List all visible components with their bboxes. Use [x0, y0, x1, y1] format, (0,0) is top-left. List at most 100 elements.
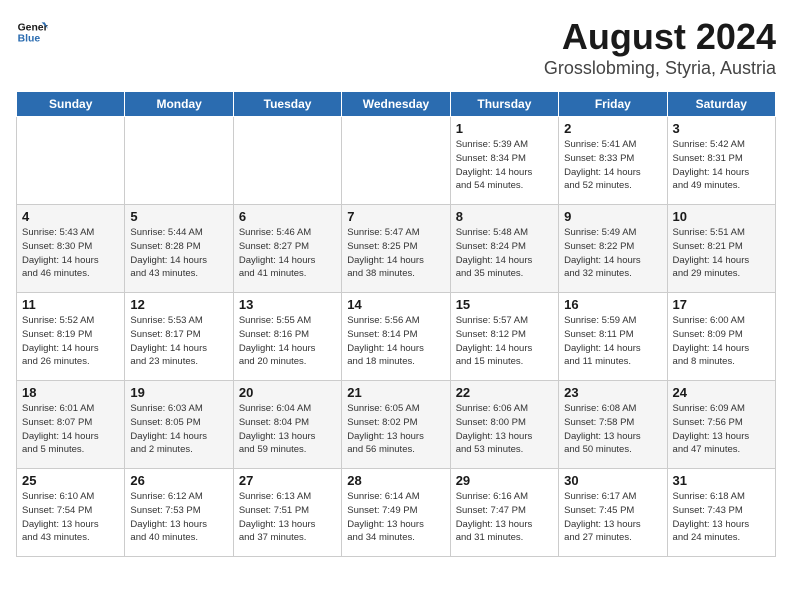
- cell-info: Sunrise: 6:03 AM Sunset: 8:05 PM Dayligh…: [130, 402, 227, 457]
- calendar-cell: 7 Sunrise: 5:47 AM Sunset: 8:25 PM Daylig…: [342, 205, 450, 293]
- cell-info: Sunrise: 5:51 AM Sunset: 8:21 PM Dayligh…: [673, 226, 770, 281]
- cell-info: Sunrise: 6:04 AM Sunset: 8:04 PM Dayligh…: [239, 402, 336, 457]
- weekday-header-thursday: Thursday: [450, 92, 558, 117]
- cell-info: Sunrise: 6:00 AM Sunset: 8:09 PM Dayligh…: [673, 314, 770, 369]
- cell-info: Sunrise: 6:01 AM Sunset: 8:07 PM Dayligh…: [22, 402, 119, 457]
- weekday-header-sunday: Sunday: [17, 92, 125, 117]
- cell-info: Sunrise: 5:41 AM Sunset: 8:33 PM Dayligh…: [564, 138, 661, 193]
- calendar-cell: 4 Sunrise: 5:43 AM Sunset: 8:30 PM Daylig…: [17, 205, 125, 293]
- day-number: 6: [239, 209, 336, 224]
- calendar-cell: [233, 117, 341, 205]
- calendar-cell: 6 Sunrise: 5:46 AM Sunset: 8:27 PM Daylig…: [233, 205, 341, 293]
- day-number: 1: [456, 121, 553, 136]
- cell-info: Sunrise: 5:57 AM Sunset: 8:12 PM Dayligh…: [456, 314, 553, 369]
- calendar-cell: 25Sunrise: 6:10 AM Sunset: 7:54 PM Dayli…: [17, 469, 125, 557]
- cell-info: Sunrise: 5:56 AM Sunset: 8:14 PM Dayligh…: [347, 314, 444, 369]
- title-area: August 2024 Grosslobming, Styria, Austri…: [544, 16, 776, 79]
- day-number: 16: [564, 297, 661, 312]
- calendar-cell: 18 Sunrise: 6:01 AM Sunset: 8:07 PM Dayli…: [17, 381, 125, 469]
- calendar-cell: 27Sunrise: 6:13 AM Sunset: 7:51 PM Dayli…: [233, 469, 341, 557]
- calendar-cell: [342, 117, 450, 205]
- cell-info: Sunrise: 6:18 AM Sunset: 7:43 PM Dayligh…: [673, 490, 770, 545]
- day-number: 15: [456, 297, 553, 312]
- cell-info: Sunrise: 5:49 AM Sunset: 8:22 PM Dayligh…: [564, 226, 661, 281]
- day-number: 4: [22, 209, 119, 224]
- calendar-cell: 29Sunrise: 6:16 AM Sunset: 7:47 PM Dayli…: [450, 469, 558, 557]
- day-number: 9: [564, 209, 661, 224]
- day-number: 28: [347, 473, 444, 488]
- calendar-cell: 21 Sunrise: 6:05 AM Sunset: 8:02 PM Dayli…: [342, 381, 450, 469]
- calendar-cell: [17, 117, 125, 205]
- logo: General Blue: [16, 16, 48, 48]
- day-number: 23: [564, 385, 661, 400]
- cell-info: Sunrise: 5:43 AM Sunset: 8:30 PM Dayligh…: [22, 226, 119, 281]
- cell-info: Sunrise: 5:39 AM Sunset: 8:34 PM Dayligh…: [456, 138, 553, 193]
- weekday-header-saturday: Saturday: [667, 92, 775, 117]
- cell-info: Sunrise: 5:44 AM Sunset: 8:28 PM Dayligh…: [130, 226, 227, 281]
- weekday-header-tuesday: Tuesday: [233, 92, 341, 117]
- calendar-cell: 14 Sunrise: 5:56 AM Sunset: 8:14 PM Dayli…: [342, 293, 450, 381]
- day-number: 2: [564, 121, 661, 136]
- calendar-cell: 16 Sunrise: 5:59 AM Sunset: 8:11 PM Dayli…: [559, 293, 667, 381]
- logo-icon: General Blue: [16, 16, 48, 48]
- day-number: 13: [239, 297, 336, 312]
- day-number: 18: [22, 385, 119, 400]
- cell-info: Sunrise: 5:52 AM Sunset: 8:19 PM Dayligh…: [22, 314, 119, 369]
- cell-info: Sunrise: 6:05 AM Sunset: 8:02 PM Dayligh…: [347, 402, 444, 457]
- calendar-cell: 28Sunrise: 6:14 AM Sunset: 7:49 PM Dayli…: [342, 469, 450, 557]
- calendar-cell: 22Sunrise: 6:06 AM Sunset: 8:00 PM Dayli…: [450, 381, 558, 469]
- cell-info: Sunrise: 6:06 AM Sunset: 8:00 PM Dayligh…: [456, 402, 553, 457]
- day-number: 27: [239, 473, 336, 488]
- weekday-header-monday: Monday: [125, 92, 233, 117]
- cell-info: Sunrise: 6:17 AM Sunset: 7:45 PM Dayligh…: [564, 490, 661, 545]
- cell-info: Sunrise: 5:59 AM Sunset: 8:11 PM Dayligh…: [564, 314, 661, 369]
- day-number: 21: [347, 385, 444, 400]
- day-number: 19: [130, 385, 227, 400]
- day-number: 7: [347, 209, 444, 224]
- calendar-cell: 15 Sunrise: 5:57 AM Sunset: 8:12 PM Dayli…: [450, 293, 558, 381]
- cell-info: Sunrise: 5:46 AM Sunset: 8:27 PM Dayligh…: [239, 226, 336, 281]
- day-number: 31: [673, 473, 770, 488]
- calendar-cell: 20 Sunrise: 6:04 AM Sunset: 8:04 PM Dayli…: [233, 381, 341, 469]
- header: General Blue August 2024 Grosslobming, S…: [16, 16, 776, 79]
- day-number: 30: [564, 473, 661, 488]
- calendar-cell: 30 Sunrise: 6:17 AM Sunset: 7:45 PM Dayli…: [559, 469, 667, 557]
- calendar-cell: 9 Sunrise: 5:49 AM Sunset: 8:22 PM Daylig…: [559, 205, 667, 293]
- day-number: 10: [673, 209, 770, 224]
- day-number: 24: [673, 385, 770, 400]
- calendar-cell: 19 Sunrise: 6:03 AM Sunset: 8:05 PM Dayli…: [125, 381, 233, 469]
- day-number: 5: [130, 209, 227, 224]
- weekday-header-wednesday: Wednesday: [342, 92, 450, 117]
- svg-text:Blue: Blue: [18, 34, 41, 45]
- calendar-cell: 31 Sunrise: 6:18 AM Sunset: 7:43 PM Dayli…: [667, 469, 775, 557]
- calendar-cell: 3Sunrise: 5:42 AM Sunset: 8:31 PM Daylig…: [667, 117, 775, 205]
- cell-info: Sunrise: 6:08 AM Sunset: 7:58 PM Dayligh…: [564, 402, 661, 457]
- cell-info: Sunrise: 5:53 AM Sunset: 8:17 PM Dayligh…: [130, 314, 227, 369]
- calendar-table: SundayMondayTuesdayWednesdayThursdayFrid…: [16, 91, 776, 557]
- calendar-cell: 12 Sunrise: 5:53 AM Sunset: 8:17 PM Dayli…: [125, 293, 233, 381]
- day-number: 11: [22, 297, 119, 312]
- calendar-title: August 2024: [544, 16, 776, 58]
- day-number: 17: [673, 297, 770, 312]
- cell-info: Sunrise: 5:47 AM Sunset: 8:25 PM Dayligh…: [347, 226, 444, 281]
- calendar-cell: 2 Sunrise: 5:41 AM Sunset: 8:33 PM Daylig…: [559, 117, 667, 205]
- day-number: 26: [130, 473, 227, 488]
- cell-info: Sunrise: 5:55 AM Sunset: 8:16 PM Dayligh…: [239, 314, 336, 369]
- day-number: 14: [347, 297, 444, 312]
- cell-info: Sunrise: 6:10 AM Sunset: 7:54 PM Dayligh…: [22, 490, 119, 545]
- calendar-cell: 24 Sunrise: 6:09 AM Sunset: 7:56 PM Dayli…: [667, 381, 775, 469]
- cell-info: Sunrise: 5:48 AM Sunset: 8:24 PM Dayligh…: [456, 226, 553, 281]
- calendar-subtitle: Grosslobming, Styria, Austria: [544, 58, 776, 79]
- calendar-cell: 1 Sunrise: 5:39 AM Sunset: 8:34 PM Daylig…: [450, 117, 558, 205]
- day-number: 20: [239, 385, 336, 400]
- day-number: 12: [130, 297, 227, 312]
- calendar-cell: 23 Sunrise: 6:08 AM Sunset: 7:58 PM Dayli…: [559, 381, 667, 469]
- day-number: 3: [673, 121, 770, 136]
- cell-info: Sunrise: 6:16 AM Sunset: 7:47 PM Dayligh…: [456, 490, 553, 545]
- cell-info: Sunrise: 6:09 AM Sunset: 7:56 PM Dayligh…: [673, 402, 770, 457]
- calendar-cell: 10 Sunrise: 5:51 AM Sunset: 8:21 PM Dayli…: [667, 205, 775, 293]
- calendar-cell: 13 Sunrise: 5:55 AM Sunset: 8:16 PM Dayli…: [233, 293, 341, 381]
- cell-info: Sunrise: 6:12 AM Sunset: 7:53 PM Dayligh…: [130, 490, 227, 545]
- calendar-cell: [125, 117, 233, 205]
- weekday-header-friday: Friday: [559, 92, 667, 117]
